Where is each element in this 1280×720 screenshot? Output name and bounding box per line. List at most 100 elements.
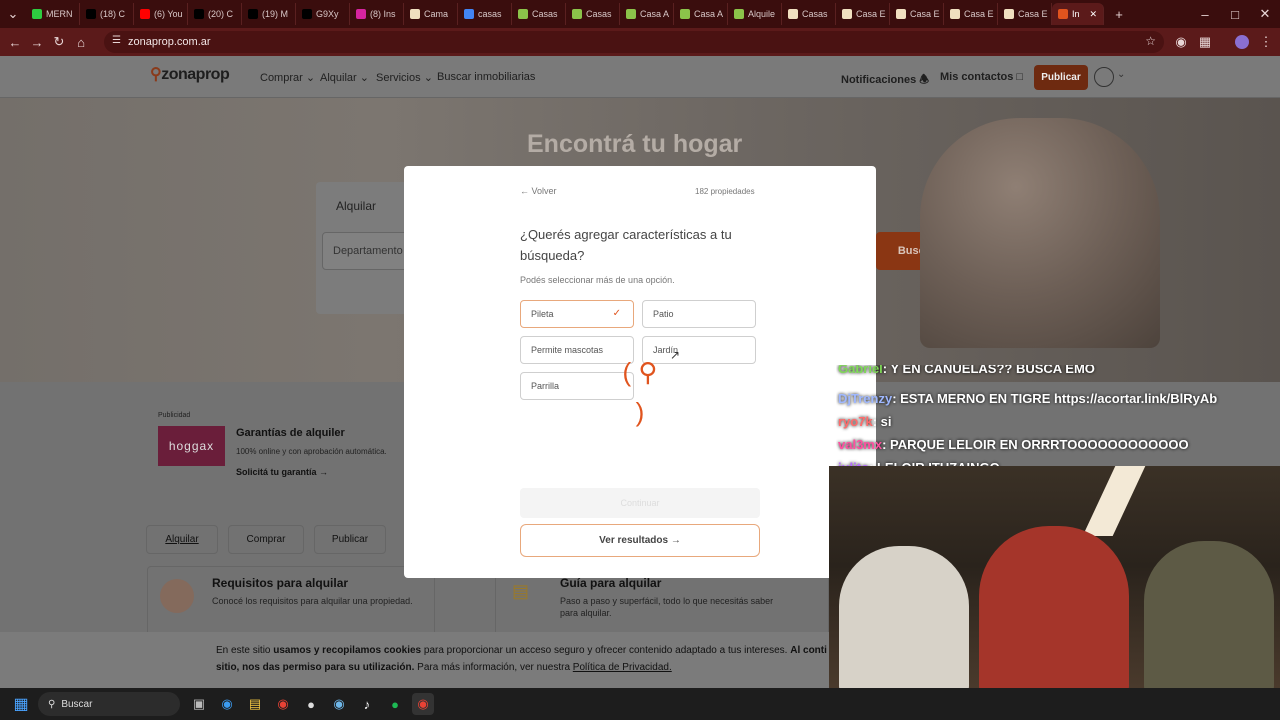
option-label: Permite mascotas [531, 345, 604, 355]
nav-alquilar[interactable]: Alquilar ⌄ [320, 71, 369, 84]
document-icon [160, 579, 194, 613]
chevron-down-icon: ⌄ [423, 72, 433, 84]
browser-tab[interactable]: In ✕ [1052, 3, 1104, 25]
chat-message: Gabriel: Y EN CANUELAS?? BUSCA EMO [838, 365, 1095, 376]
privacy-policy-link[interactable]: Política de Privacidad. [573, 662, 672, 673]
nav-servicios[interactable]: Servicios ⌄ [376, 71, 433, 84]
windows-start-icon[interactable]: ▦ [10, 693, 32, 715]
logo-text: zonaprop [161, 66, 230, 83]
view-results-button[interactable]: Ver resultados → [520, 524, 760, 557]
bookmark-star-icon[interactable]: ☆ [1145, 34, 1156, 48]
extensions-puzzle-icon[interactable]: ▦ [1194, 31, 1216, 53]
forward-icon[interactable]: → [26, 31, 48, 53]
tab-favicon-icon [140, 9, 150, 19]
menu-icon[interactable]: ⋮ [1255, 31, 1277, 53]
minimize-icon[interactable]: – [1190, 3, 1220, 25]
browser-tab[interactable]: (19) M [242, 3, 296, 25]
new-tab-icon[interactable]: + [1108, 3, 1130, 25]
card-requisitos[interactable]: Requisitos para alquilar Conocé los requ… [147, 566, 435, 636]
tab-favicon-icon [518, 9, 528, 19]
home-icon[interactable]: ⌂ [70, 31, 92, 53]
nav-label: Comprar [260, 72, 303, 84]
option-pileta[interactable]: Pileta ✓ [520, 300, 634, 328]
browser-tab[interactable]: MERN [26, 3, 80, 25]
nav-comprar[interactable]: Comprar ⌄ [260, 71, 315, 84]
tab-favicon-icon [194, 9, 204, 19]
notifications-link[interactable]: Notificaciones 🕭 [841, 71, 929, 90]
close-tab-icon[interactable]: ✕ [1089, 9, 1097, 20]
property-count: 182 propiedades [695, 187, 755, 196]
contacts-link[interactable]: Mis contactos □ [940, 71, 1023, 83]
browser-tab[interactable]: G9Xy [296, 3, 350, 25]
card-title: Requisitos para alquilar [212, 576, 349, 590]
browser-tab[interactable]: (20) C [188, 3, 242, 25]
taskbar-search[interactable]: ⚲ Buscar [38, 692, 180, 716]
chrome-icon[interactable]: ◉ [272, 693, 294, 715]
chevron-down-icon[interactable]: ⌄ [1117, 69, 1125, 80]
loading-spinner-icon: ( ⚲ ) [622, 357, 658, 427]
maximize-icon[interactable]: □ [1220, 3, 1250, 25]
nav-buscar-inmobiliarias[interactable]: Buscar inmobiliarias [437, 71, 535, 83]
browser-tab[interactable]: Alquile [728, 3, 782, 25]
browser-tab[interactable]: Casas [566, 3, 620, 25]
browser-tab[interactable]: Casa E [836, 3, 890, 25]
continue-button[interactable]: Continuar [520, 488, 760, 518]
cookie-bold: sitio, nos das permiso para su utilizaci… [216, 662, 415, 673]
tab-publicar-section[interactable]: Publicar [314, 525, 386, 554]
zonaprop-logo[interactable]: ⚲zonaprop [150, 64, 230, 84]
browser-tab[interactable]: Casas [512, 3, 566, 25]
guide-icon: ▤ [512, 581, 530, 601]
tab-comprar-section[interactable]: Comprar [228, 525, 304, 554]
task-view-icon[interactable]: ▣ [188, 693, 210, 715]
option-patio[interactable]: Patio [642, 300, 756, 328]
hoggax-logo[interactable]: hoggax [158, 426, 225, 466]
browser-tab[interactable]: (18) C [80, 3, 134, 25]
tab-label: Casa A [640, 9, 670, 19]
tab-favicon-icon [680, 9, 690, 19]
back-icon[interactable]: ← [4, 31, 26, 53]
property-type-select[interactable]: Departamento [322, 232, 412, 270]
tab-label: (20) C [208, 9, 234, 19]
app-icon[interactable]: ● [300, 693, 322, 715]
browser-tab[interactable]: Casa E [944, 3, 998, 25]
option-label: Patio [653, 309, 674, 319]
hero-photo-couple [920, 118, 1160, 348]
edge-icon[interactable]: ◉ [216, 693, 238, 715]
ad-cta-link[interactable]: Solicitá tu garantía → [236, 467, 328, 477]
site-info-icon[interactable]: ☰ [112, 35, 121, 46]
browser-tab[interactable]: Casa A [620, 3, 674, 25]
mouse-cursor-icon: ↗ [670, 348, 681, 362]
publish-button[interactable]: Publicar [1034, 65, 1088, 90]
steam-icon[interactable]: ◉ [328, 693, 350, 715]
tab-label: casas [478, 9, 502, 19]
user-avatar[interactable] [1094, 67, 1114, 87]
browser-tab[interactable]: (6) You [134, 3, 188, 25]
ad-title: Garantías de alquiler [236, 427, 345, 439]
file-explorer-icon[interactable]: ▤ [244, 693, 266, 715]
chrome-active-icon[interactable]: ◉ [412, 693, 434, 715]
tiktok-icon[interactable]: ♪ [356, 693, 378, 715]
close-window-icon[interactable]: ✕ [1250, 3, 1280, 25]
cookie-line-1: En este sitio usamos y recopilamos cooki… [216, 642, 830, 659]
browser-tab[interactable]: Casas [782, 3, 836, 25]
spotify-icon[interactable]: ● [384, 693, 406, 715]
tab-search-icon[interactable]: ⌄ [0, 3, 26, 25]
tab-favicon-icon [464, 9, 474, 19]
address-bar[interactable]: ☰ zonaprop.com.ar ☆ [104, 31, 1164, 53]
tab-favicon-icon [788, 9, 798, 19]
browser-tab[interactable]: Casa A [674, 3, 728, 25]
browser-tab[interactable]: Casa E [890, 3, 944, 25]
browser-tab[interactable]: Casa E [998, 3, 1052, 25]
tab-label: In [1072, 9, 1080, 19]
tab-alquilar-section[interactable]: Alquilar [146, 525, 218, 554]
tab-alquilar[interactable]: Alquilar [336, 199, 376, 213]
extension-icon[interactable]: ◉ [1170, 31, 1192, 53]
back-link[interactable]: ← Volver [520, 186, 557, 196]
profile-avatar[interactable] [1235, 35, 1249, 49]
tab-favicon-icon [734, 9, 744, 19]
reload-icon[interactable]: ↻ [48, 31, 70, 53]
browser-tab[interactable]: Cama [404, 3, 458, 25]
arrow-right-icon: → [670, 535, 681, 546]
browser-tab[interactable]: (8) Ins [350, 3, 404, 25]
browser-tab[interactable]: casas [458, 3, 512, 25]
